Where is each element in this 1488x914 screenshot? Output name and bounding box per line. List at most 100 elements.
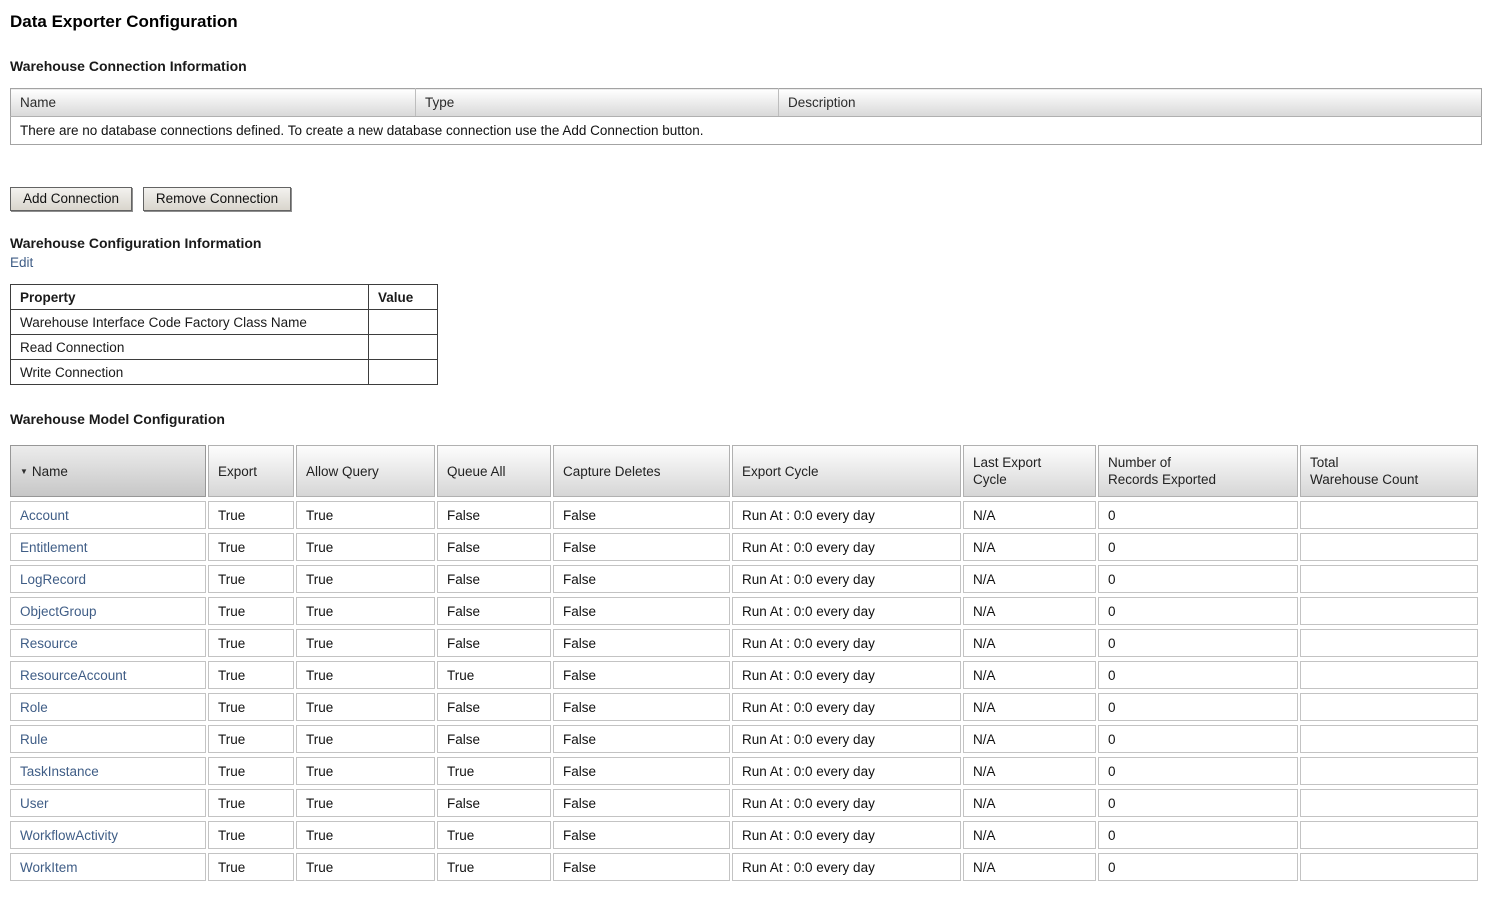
connection-button-row: Add Connection Remove Connection <box>10 187 1480 211</box>
model-cell-total-warehouse-count <box>1300 853 1478 881</box>
model-cell-capture-deletes: False <box>553 789 730 817</box>
connection-header-row: Name Type Description <box>10 88 1482 117</box>
connection-empty-message: There are no database connections define… <box>20 123 704 138</box>
model-cell-export: True <box>208 693 294 721</box>
model-cell-queue-all: False <box>437 789 551 817</box>
config-row: Warehouse Interface Code Factory Class N… <box>10 309 438 335</box>
model-cell-name: Resource <box>10 629 206 657</box>
model-cell-queue-all: False <box>437 501 551 529</box>
model-name-link[interactable]: User <box>20 796 49 811</box>
model-cell-allow-query: True <box>296 661 435 689</box>
model-cell-export-cycle: Run At : 0:0 every day <box>732 693 961 721</box>
model-cell-name: TaskInstance <box>10 757 206 785</box>
model-cell-last-export-cycle: N/A <box>963 821 1096 849</box>
model-cell-allow-query: True <box>296 565 435 593</box>
model-cell-records-exported: 0 <box>1098 629 1298 657</box>
model-col-export[interactable]: Export <box>208 445 294 497</box>
model-name-link[interactable]: LogRecord <box>20 572 86 587</box>
model-table-body: Account True True False False Run At : 0:0 ev… <box>10 501 1478 881</box>
model-col-queue-all[interactable]: Queue All <box>437 445 551 497</box>
model-col-total-warehouse-count[interactable]: Total Warehouse Count <box>1300 445 1478 497</box>
model-cell-capture-deletes: False <box>553 725 730 753</box>
model-cell-total-warehouse-count <box>1300 597 1478 625</box>
model-cell-export-cycle: Run At : 0:0 every day <box>732 757 961 785</box>
model-table-row: Rule True True False False Run At : 0:0 every… <box>10 725 1478 753</box>
model-cell-last-export-cycle: N/A <box>963 693 1096 721</box>
model-cell-last-export-cycle: N/A <box>963 565 1096 593</box>
config-table: Property Value Warehouse Interface Code … <box>10 284 438 385</box>
model-header-row: ▼ Name Export Allow Query Queue All Captu… <box>10 445 1478 497</box>
model-table-row: Account True True False False Run At : 0:0 ev… <box>10 501 1478 529</box>
model-cell-allow-query: True <box>296 725 435 753</box>
model-cell-total-warehouse-count <box>1300 565 1478 593</box>
model-cell-records-exported: 0 <box>1098 693 1298 721</box>
config-col-property: Property <box>10 284 369 310</box>
model-col-records-exported[interactable]: Number of Records Exported <box>1098 445 1298 497</box>
model-name-link[interactable]: Role <box>20 700 48 715</box>
model-name-link[interactable]: Resource <box>20 636 78 651</box>
config-value-cell <box>368 334 438 360</box>
model-cell-last-export-cycle: N/A <box>963 789 1096 817</box>
model-cell-records-exported: 0 <box>1098 789 1298 817</box>
model-cell-records-exported: 0 <box>1098 533 1298 561</box>
model-cell-total-warehouse-count <box>1300 725 1478 753</box>
model-cell-name: LogRecord <box>10 565 206 593</box>
config-section-heading: Warehouse Configuration Information <box>10 235 262 251</box>
edit-link[interactable]: Edit <box>10 255 33 270</box>
config-table-body: Warehouse Interface Code Factory Class N… <box>10 309 438 385</box>
model-name-link[interactable]: TaskInstance <box>20 764 99 779</box>
model-cell-queue-all: False <box>437 629 551 657</box>
model-cell-records-exported: 0 <box>1098 853 1298 881</box>
model-name-link[interactable]: Account <box>20 508 69 523</box>
model-cell-capture-deletes: False <box>553 501 730 529</box>
model-col-allow-query[interactable]: Allow Query <box>296 445 435 497</box>
model-name-link[interactable]: Rule <box>20 732 48 747</box>
model-table-row: Resource True True False False Run At : 0:0 e… <box>10 629 1478 657</box>
model-cell-export: True <box>208 789 294 817</box>
model-cell-capture-deletes: False <box>553 597 730 625</box>
model-cell-export: True <box>208 821 294 849</box>
model-table-row: LogRecord True True False False Run At : 0:0 … <box>10 565 1478 593</box>
model-cell-records-exported: 0 <box>1098 597 1298 625</box>
model-cell-allow-query: True <box>296 757 435 785</box>
model-cell-name: WorkItem <box>10 853 206 881</box>
model-table-row: TaskInstance True True True False Run At : 0:… <box>10 757 1478 785</box>
model-cell-allow-query: True <box>296 693 435 721</box>
model-cell-name: Account <box>10 501 206 529</box>
config-property-cell: Warehouse Interface Code Factory Class N… <box>10 309 369 335</box>
model-name-link[interactable]: WorkflowActivity <box>20 828 118 843</box>
model-cell-last-export-cycle: N/A <box>963 661 1096 689</box>
model-cell-records-exported: 0 <box>1098 725 1298 753</box>
model-col-name[interactable]: ▼ Name <box>10 445 206 497</box>
model-col-export-cycle[interactable]: Export Cycle <box>732 445 961 497</box>
add-connection-button[interactable]: Add Connection <box>10 187 133 211</box>
model-cell-export-cycle: Run At : 0:0 every day <box>732 501 961 529</box>
model-col-last-export-cycle[interactable]: Last Export Cycle <box>963 445 1096 497</box>
model-name-link[interactable]: ResourceAccount <box>20 668 127 683</box>
model-name-link[interactable]: Entitlement <box>20 540 88 555</box>
remove-connection-button[interactable]: Remove Connection <box>142 187 292 211</box>
model-cell-name: WorkflowActivity <box>10 821 206 849</box>
model-col-capture-deletes[interactable]: Capture Deletes <box>553 445 730 497</box>
config-property-cell: Write Connection <box>10 359 369 385</box>
model-cell-allow-query: True <box>296 629 435 657</box>
model-name-link[interactable]: WorkItem <box>20 860 78 875</box>
model-cell-export: True <box>208 853 294 881</box>
model-name-link[interactable]: ObjectGroup <box>20 604 97 619</box>
model-cell-last-export-cycle: N/A <box>963 853 1096 881</box>
model-cell-allow-query: True <box>296 821 435 849</box>
model-cell-export: True <box>208 533 294 561</box>
model-table-row: WorkItem True True True False Run At : 0:0 ev… <box>10 853 1478 881</box>
model-cell-queue-all: False <box>437 597 551 625</box>
model-cell-queue-all: False <box>437 533 551 561</box>
model-cell-export-cycle: Run At : 0:0 every day <box>732 629 961 657</box>
model-cell-name: Role <box>10 693 206 721</box>
connection-empty-row: There are no database connections define… <box>11 117 1482 145</box>
model-cell-allow-query: True <box>296 853 435 881</box>
model-cell-records-exported: 0 <box>1098 501 1298 529</box>
model-table-row: User True True False False Run At : 0:0 every… <box>10 789 1478 817</box>
model-cell-export-cycle: Run At : 0:0 every day <box>732 821 961 849</box>
model-cell-total-warehouse-count <box>1300 501 1478 529</box>
model-cell-capture-deletes: False <box>553 757 730 785</box>
connection-col-type: Type <box>415 88 779 117</box>
